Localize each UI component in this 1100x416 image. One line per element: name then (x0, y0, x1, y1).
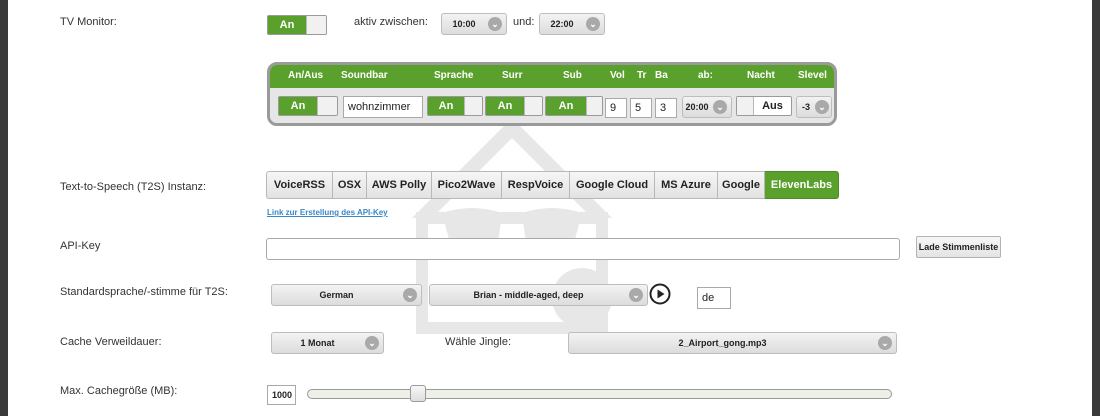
language-code-field[interactable]: de (697, 287, 731, 309)
cache-duration-value: 1 Monat (300, 338, 335, 348)
chevron-down-icon: ⌄ (815, 100, 829, 114)
soundbar-enabled-toggle[interactable]: An (278, 96, 338, 116)
toggle-knob (306, 16, 326, 34)
chevron-down-icon: ⌄ (713, 100, 727, 114)
header-sprache: Sprache (434, 70, 474, 81)
api-key-link[interactable]: Link zur Erstellung des API-Key (267, 208, 388, 217)
header-slevel: Slevel (798, 70, 827, 81)
cache-duration-label: Cache Verweildauer: (60, 336, 162, 348)
chevron-down-icon: ⌄ (586, 17, 600, 31)
toggle-knob (586, 97, 602, 115)
api-key-label: API-Key (60, 240, 101, 252)
toggle-off-label: Aus (762, 100, 783, 112)
tab-osx[interactable]: OSX (333, 171, 367, 199)
chevron-down-icon: ⌄ (365, 336, 379, 350)
max-cache-slider-track[interactable] (307, 385, 892, 402)
toggle-on-label: An (279, 97, 317, 115)
play-icon[interactable] (649, 283, 671, 305)
language-value: German (319, 290, 354, 300)
tab-aws-polly[interactable]: AWS Polly (367, 171, 432, 199)
tab-respvoice[interactable]: RespVoice (502, 171, 570, 199)
slevel-value: -3 (801, 102, 810, 112)
language-select[interactable]: German ⌄ (271, 284, 422, 306)
toggle-on-label: An (268, 16, 306, 34)
chevron-down-icon: ⌄ (403, 288, 417, 302)
tab-pico2wave[interactable]: Pico2Wave (432, 171, 502, 199)
header-tr: Tr (637, 70, 647, 81)
active-between-label: aktiv zwischen: (354, 16, 428, 28)
jingle-label: Wähle Jingle: (445, 336, 512, 348)
soundbar-name-field[interactable]: wohnzimmer (343, 96, 423, 118)
header-surr: Surr (502, 70, 523, 81)
max-cache-field[interactable]: 1000 (267, 385, 296, 405)
tab-voicerss[interactable]: VoiceRSS (266, 171, 333, 199)
header-vol: Vol (610, 70, 625, 81)
tab-elevenlabs[interactable]: ElevenLabs (765, 171, 839, 199)
soundbar-table: An/Aus Soundbar Sprache Surr Sub Vol Tr … (267, 62, 837, 126)
header-soundbar: Soundbar (341, 70, 388, 81)
nacht-toggle[interactable]: Aus (736, 96, 792, 116)
from-time-value: 10:00 (452, 19, 476, 29)
tab-google[interactable]: Google (718, 171, 765, 199)
settings-panel: TV Monitor: An aktiv zwischen: 10:00 ⌄ u… (8, 0, 1092, 416)
jingle-value: 2_Airport_gong.mp3 (678, 338, 767, 348)
slevel-select[interactable]: -3 ⌄ (796, 96, 832, 118)
chevron-down-icon: ⌄ (878, 336, 892, 350)
voice-select[interactable]: Brian - middle-aged, deep ⌄ (429, 284, 648, 306)
sprache-toggle[interactable]: An (427, 96, 483, 116)
t2s-instance-label: Text-to-Speech (T2S) Instanz: (60, 181, 207, 193)
surr-toggle[interactable]: An (485, 96, 543, 116)
header-an-aus: An/Aus (288, 70, 323, 81)
toggle-on-label: An (428, 97, 464, 115)
tab-google-cloud[interactable]: Google Cloud (570, 171, 655, 199)
soundbar-row: An wohnzimmer An An An 9 5 3 20:00 ⌄ Aus… (270, 88, 834, 123)
to-time-value: 22:00 (550, 19, 574, 29)
header-ba: Ba (655, 70, 668, 81)
max-cache-slider-handle[interactable] (410, 385, 426, 402)
header-ab: ab: (698, 70, 713, 81)
max-cache-label: Max. Cachegröße (MB): (60, 385, 178, 397)
ab-time-select[interactable]: 20:00 ⌄ (682, 96, 732, 118)
toggle-on-label: An (546, 97, 586, 115)
toggle-on-label: An (486, 97, 524, 115)
toggle-knob (464, 97, 482, 115)
chevron-down-icon: ⌄ (488, 17, 502, 31)
toggle-knob (524, 97, 542, 115)
tab-ms-azure[interactable]: MS Azure (655, 171, 718, 199)
api-key-input[interactable] (266, 238, 900, 260)
voice-value: Brian - middle-aged, deep (473, 290, 584, 300)
toggle-knob (317, 97, 337, 115)
soundbar-header: An/Aus Soundbar Sprache Surr Sub Vol Tr … (270, 65, 834, 88)
tr-field[interactable]: 5 (630, 98, 652, 118)
to-time-select[interactable]: 22:00 ⌄ (539, 13, 605, 35)
t2s-tabs: VoiceRSS OSX AWS Polly Pico2Wave RespVoi… (266, 171, 839, 199)
tv-monitor-label: TV Monitor: (60, 16, 117, 28)
voice-label: Standardsprache/-stimme für T2S: (60, 286, 228, 298)
from-time-select[interactable]: 10:00 ⌄ (441, 13, 507, 35)
cache-duration-select[interactable]: 1 Monat ⌄ (271, 332, 384, 354)
toggle-knob (737, 97, 754, 115)
and-label: und: (513, 16, 535, 28)
header-sub: Sub (563, 70, 582, 81)
chevron-down-icon: ⌄ (629, 288, 643, 302)
header-nacht: Nacht (747, 70, 775, 81)
ab-time-value: 20:00 (685, 102, 709, 112)
load-voices-button[interactable]: Lade Stimmenliste (916, 236, 1001, 258)
vol-field[interactable]: 9 (605, 98, 627, 118)
jingle-select[interactable]: 2_Airport_gong.mp3 ⌄ (568, 332, 897, 354)
ba-field[interactable]: 3 (655, 98, 677, 118)
sub-toggle[interactable]: An (545, 96, 603, 116)
tv-monitor-toggle[interactable]: An (267, 15, 327, 35)
